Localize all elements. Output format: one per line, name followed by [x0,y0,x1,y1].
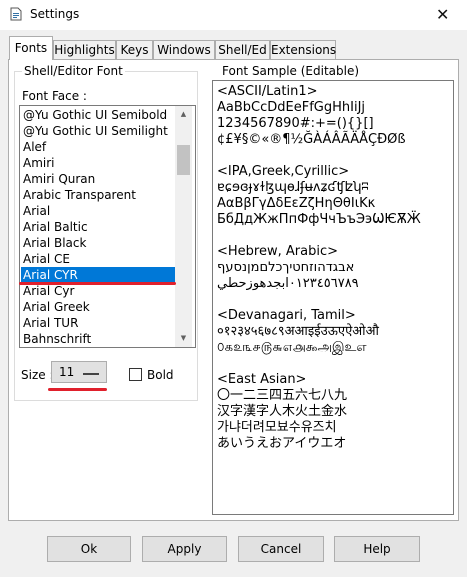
tab-keys[interactable]: Keys [116,40,153,59]
list-item[interactable]: Arial Baltic [21,219,178,235]
font-sample-text[interactable]: <ASCII/Latin1> AaBbCcDdEeFfGgHhIiJj 1234… [217,84,421,452]
dropdown-bar-icon [83,373,99,375]
help-button[interactable]: Help [334,536,420,562]
size-select[interactable]: 11 [51,361,107,383]
title-bar: Settings ✕ [0,0,467,30]
close-icon[interactable]: ✕ [436,5,449,24]
list-item[interactable]: Arial TUR [21,315,178,331]
list-item-selected[interactable]: Arial CYR [21,267,178,283]
list-item[interactable]: Amiri Quran [21,171,178,187]
cancel-button[interactable]: Cancel [238,536,324,562]
apply-button[interactable]: Apply [142,536,227,562]
scroll-up-icon[interactable]: ▲ [175,106,192,123]
font-sample-textarea[interactable]: <ASCII/Latin1> AaBbCcDdEeFfGgHhIiJj 1234… [212,80,454,515]
list-item[interactable]: Arial [21,203,178,219]
list-item[interactable]: Bahnschrift [21,331,178,347]
list-item[interactable]: Arial Black [21,235,178,251]
bold-label[interactable]: Bold [147,368,174,382]
list-item[interactable]: Alef [21,139,178,155]
size-value: 11 [59,365,75,379]
tab-windows[interactable]: Windows [153,40,215,59]
bold-checkbox[interactable] [129,368,142,381]
font-list-scrollbar[interactable]: ▲ ▼ [175,106,192,347]
red-underline-annotation [19,282,176,285]
group-title: Shell/Editor Font [22,64,125,78]
scroll-down-icon[interactable]: ▼ [175,330,192,347]
font-face-label: Font Face : [22,89,87,103]
font-sample-title: Font Sample (Editable) [222,64,360,78]
window-title: Settings [30,7,80,21]
app-icon [9,7,23,21]
list-item[interactable]: Arial CE [21,251,178,267]
red-underline-annotation [48,388,107,391]
tab-highlights[interactable]: Highlights [53,40,116,59]
list-item[interactable]: Arial Cyr [21,283,178,299]
list-item[interactable]: @Yu Gothic UI Semibold [21,107,178,123]
size-label: Size : [21,368,54,382]
scrollbar-thumb[interactable] [177,145,190,175]
tab-shell-ed[interactable]: Shell/Ed [215,40,270,59]
ok-button[interactable]: Ok [47,536,131,562]
font-face-list[interactable]: @Yu Gothic UI Semibold @Yu Gothic UI Sem… [19,105,196,348]
tab-fonts[interactable]: Fonts [9,36,53,60]
tab-extensions[interactable]: Extensions [270,40,336,59]
list-item[interactable]: @Yu Gothic UI Semilight [21,123,178,139]
list-item[interactable]: Amiri [21,155,178,171]
list-item[interactable]: Arial Greek [21,299,178,315]
list-item[interactable]: Arabic Transparent [21,187,178,203]
